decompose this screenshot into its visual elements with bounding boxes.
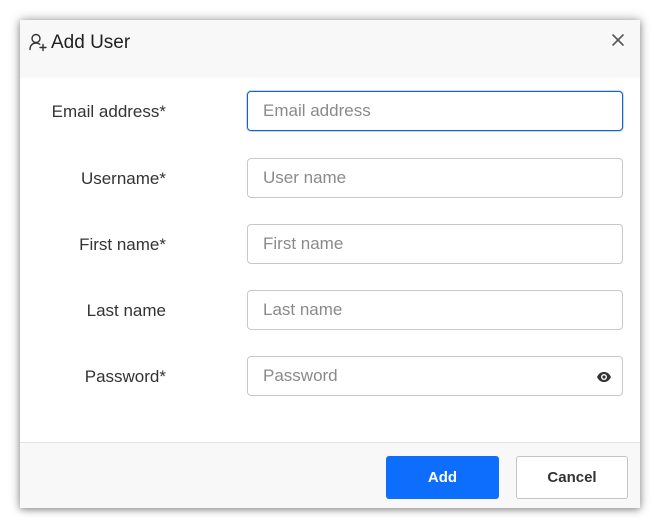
password-field-box [247,356,623,396]
password-field[interactable] [248,357,622,395]
password-label: Password* [84,367,166,386]
last-name-label: Last name [86,301,166,320]
dialog-header: Add User [20,20,640,78]
username-field-box [247,158,623,198]
email-field[interactable] [248,92,622,130]
user-add-icon [28,32,48,52]
first-name-row: First name* [20,224,640,264]
add-user-dialog: Add User Email address* Username* [20,20,640,508]
first-name-field-box [247,224,623,264]
dialog-body: Email address* Username* First name* Las… [20,78,640,442]
screen: Add User Email address* Username* [0,0,660,528]
first-name-label: First name* [79,235,166,254]
last-name-field[interactable] [248,291,622,329]
password-row: Password* [20,356,640,396]
last-name-field-box [247,290,623,330]
username-field[interactable] [248,159,622,197]
dialog-title: Add User [51,32,131,53]
email-field-box [247,91,623,131]
last-name-row: Last name [20,290,640,330]
email-label: Email address* [51,102,166,121]
cancel-button[interactable]: Cancel [516,456,628,499]
eye-icon[interactable] [596,369,612,385]
username-label: Username* [80,169,166,188]
email-row: Email address* [20,91,640,131]
first-name-field[interactable] [248,225,622,263]
add-button[interactable]: Add [386,456,499,499]
close-icon[interactable] [608,30,628,50]
dialog-footer: Add Cancel [20,442,640,508]
username-row: Username* [20,158,640,198]
